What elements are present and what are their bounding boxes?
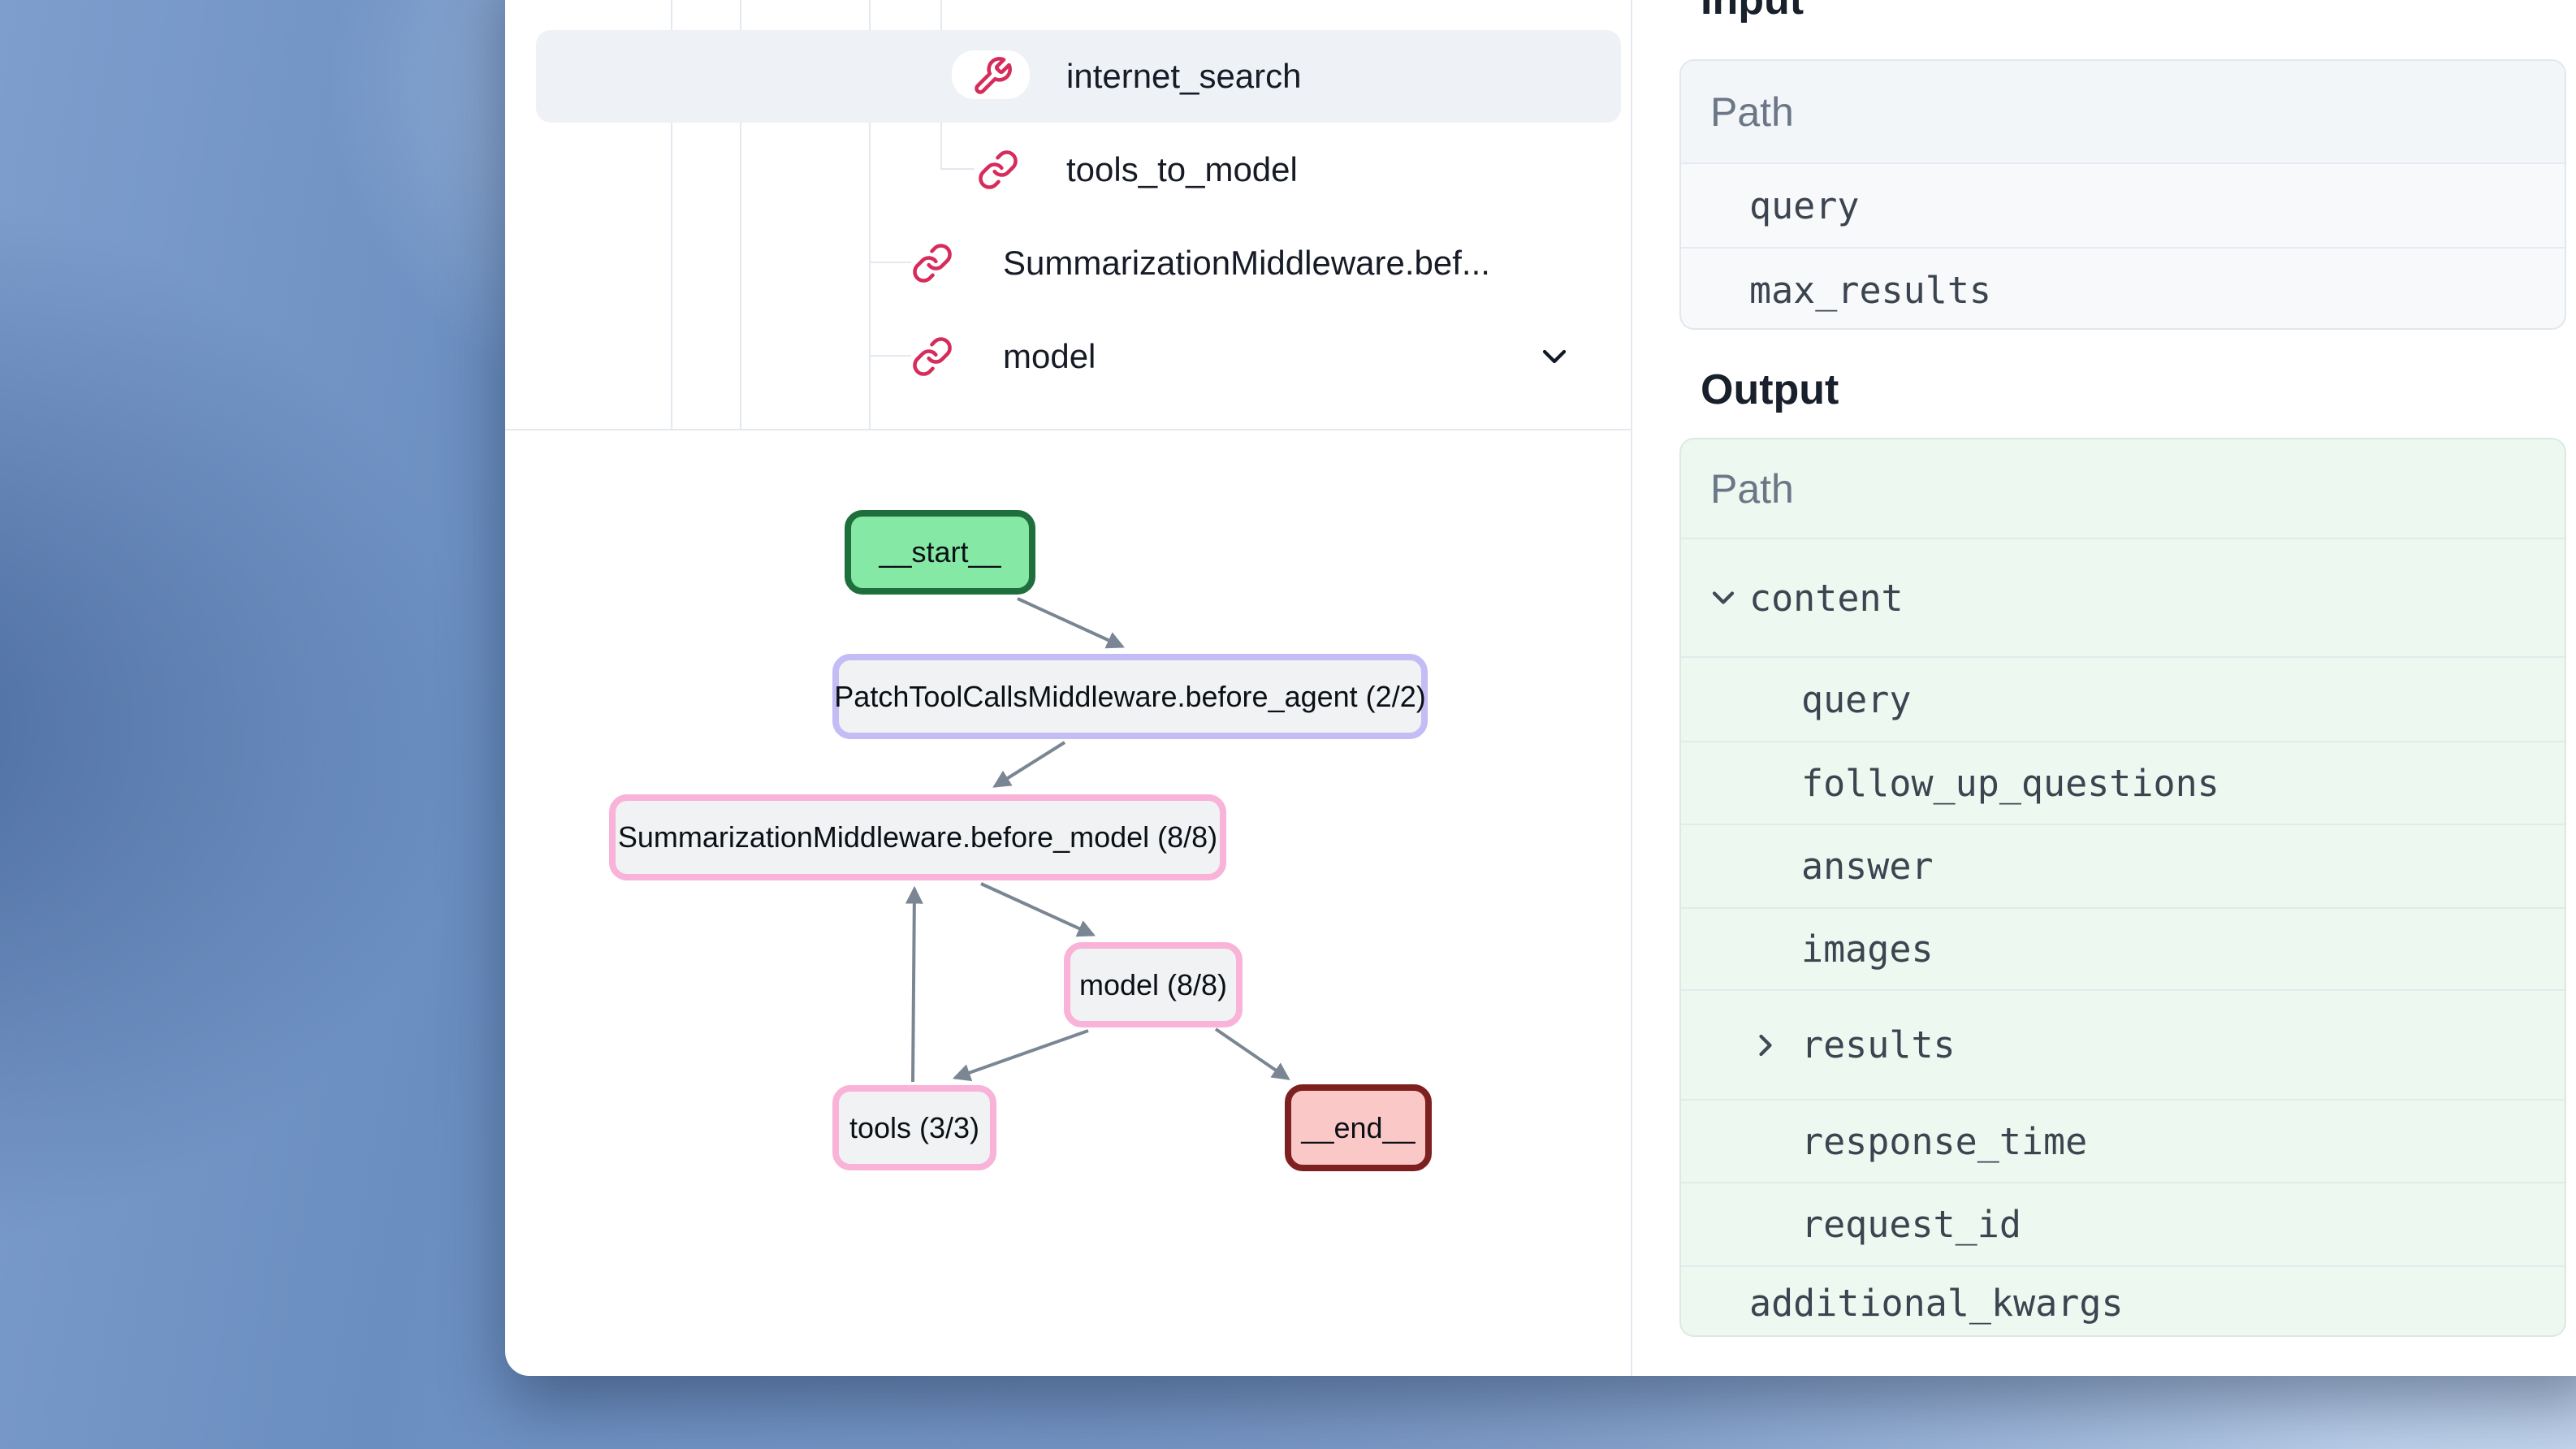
tree-item-label: model [1003,333,1096,380]
output-section-heading: Output [1701,365,1839,414]
path-label: images [1801,928,1934,971]
desktop: internet_search tools_to_model Summarizati… [0,0,2576,1449]
output-path-row-follow_up_questions[interactable]: follow_up_questions [1681,741,2565,824]
input-path-row-max_results[interactable]: max_results [1681,247,2565,330]
path-label: results [1801,1023,1956,1066]
tree-item-label: internet_search [1066,53,1302,100]
graph-node-end[interactable]: __end__ [1285,1084,1432,1171]
path-label: follow_up_questions [1801,762,2219,805]
input-path-row-query[interactable]: query [1681,162,2565,247]
chevron-right-icon[interactable] [1748,1027,1783,1063]
link-icon [911,242,953,284]
tree-item-internet-search[interactable]: internet_search [536,30,1621,123]
output-path-row-answer[interactable]: answer [1681,824,2565,907]
path-label: additional_kwargs [1749,1282,2124,1325]
output-path-row-results[interactable]: results [1681,989,2565,1099]
chevron-down-icon[interactable] [1535,337,1574,376]
graph-node-start[interactable]: __start__ [845,510,1035,595]
path-label: query [1749,184,1859,227]
graph-node-tools[interactable]: tools (3/3) [832,1085,996,1170]
input-path-header: Path [1681,61,2565,162]
graph-node-model[interactable]: model (8/8) [1064,942,1243,1027]
input-section-heading: Input [1701,0,1804,24]
output-path-row-additional_kwargs[interactable]: additional_kwargs [1681,1265,2565,1337]
output-path-row-content[interactable]: content [1681,538,2565,656]
panel-divider [1631,0,1632,1376]
graph-node-patch[interactable]: PatchToolCallsMiddleware.before_agent (2… [832,654,1428,739]
chevron-down-icon[interactable] [1705,580,1741,616]
tree-item-model[interactable]: model [536,310,1621,403]
output-path-row-query[interactable]: query [1681,656,2565,741]
output-path-table: Path content query follow_up_questionsansw… [1679,438,2566,1337]
tree-item-label: SummarizationMiddleware.bef... [1003,240,1490,287]
link-icon [911,335,953,378]
input-path-table: Path query max_results [1679,59,2566,330]
path-label: answer [1801,845,1934,888]
path-label: query [1801,678,1911,721]
tree-graph-divider [505,429,1631,430]
path-label: content [1749,577,1904,620]
output-path-row-request_id[interactable]: request_id [1681,1182,2565,1265]
output-path-row-images[interactable]: images [1681,907,2565,989]
tree-item-summarizationmiddleware-bef-[interactable]: SummarizationMiddleware.bef... [536,217,1621,309]
link-icon [977,149,1019,191]
tree-item-label: tools_to_model [1066,146,1298,193]
output-path-header: Path [1681,439,2565,538]
output-path-row-response_time[interactable]: response_time [1681,1099,2565,1182]
tree-item-tools-to-model[interactable]: tools_to_model [536,123,1621,216]
path-label: request_id [1801,1203,2021,1246]
graph-node-summarization[interactable]: SummarizationMiddleware.before_model (8/… [609,794,1226,880]
path-label: max_results [1749,269,1991,312]
path-label: response_time [1801,1120,2087,1163]
wrench-icon [971,55,1014,97]
